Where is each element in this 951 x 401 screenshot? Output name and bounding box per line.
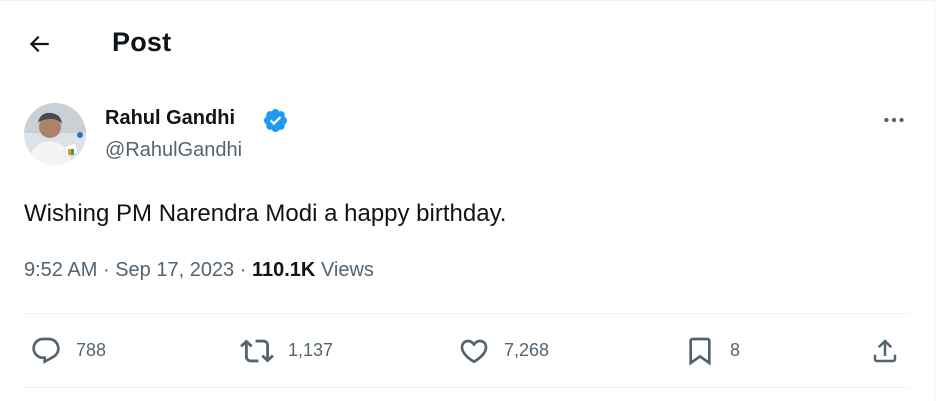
share-button[interactable] bbox=[870, 314, 900, 387]
more-options-button[interactable] bbox=[876, 105, 912, 135]
meta-separator: · bbox=[239, 259, 247, 281]
repost-button[interactable]: 1,137 bbox=[240, 314, 333, 387]
bookmark-count: 8 bbox=[730, 340, 741, 360]
verified-badge-icon bbox=[263, 108, 288, 133]
reply-button[interactable]: 788 bbox=[30, 314, 106, 387]
author-name[interactable]: Rahul Gandhi bbox=[105, 107, 235, 130]
meta-separator: · bbox=[102, 259, 110, 281]
back-button[interactable] bbox=[20, 25, 58, 63]
more-horizontal-icon bbox=[884, 117, 904, 123]
like-count: 7,268 bbox=[504, 340, 550, 360]
post-detail-panel: Post Rahul Gandhi @RahulGandhi Wishing P… bbox=[0, 0, 935, 401]
avatar-image bbox=[24, 103, 86, 165]
reply-icon bbox=[32, 337, 60, 364]
post-date[interactable]: Sep 17, 2023 bbox=[115, 259, 234, 281]
post-header: Post bbox=[0, 1, 935, 85]
page-title: Post bbox=[112, 27, 172, 57]
bookmark-icon bbox=[689, 337, 711, 366]
divider bbox=[24, 387, 909, 388]
bookmark-button[interactable]: 8 bbox=[684, 314, 740, 387]
reply-count: 788 bbox=[76, 340, 107, 360]
author-handle[interactable]: @RahulGandhi bbox=[105, 139, 242, 162]
post-time[interactable]: 9:52 AM bbox=[24, 259, 97, 281]
views-count: 110.1K bbox=[251, 259, 316, 281]
arrow-left-icon bbox=[29, 35, 49, 53]
heart-icon bbox=[460, 339, 488, 363]
repost-icon bbox=[240, 338, 274, 363]
repost-count: 1,137 bbox=[288, 340, 334, 360]
post-meta: 9:52 AM · Sep 17, 2023 · 110.1K Views bbox=[24, 259, 374, 282]
like-button[interactable]: 7,268 bbox=[458, 314, 549, 387]
action-bar: 788 1,137 7,268 8 bbox=[24, 314, 909, 387]
views-label: Views bbox=[320, 259, 374, 281]
share-icon bbox=[873, 338, 897, 362]
post-text: Wishing PM Narendra Modi a happy birthda… bbox=[24, 200, 507, 227]
avatar[interactable] bbox=[24, 103, 86, 165]
